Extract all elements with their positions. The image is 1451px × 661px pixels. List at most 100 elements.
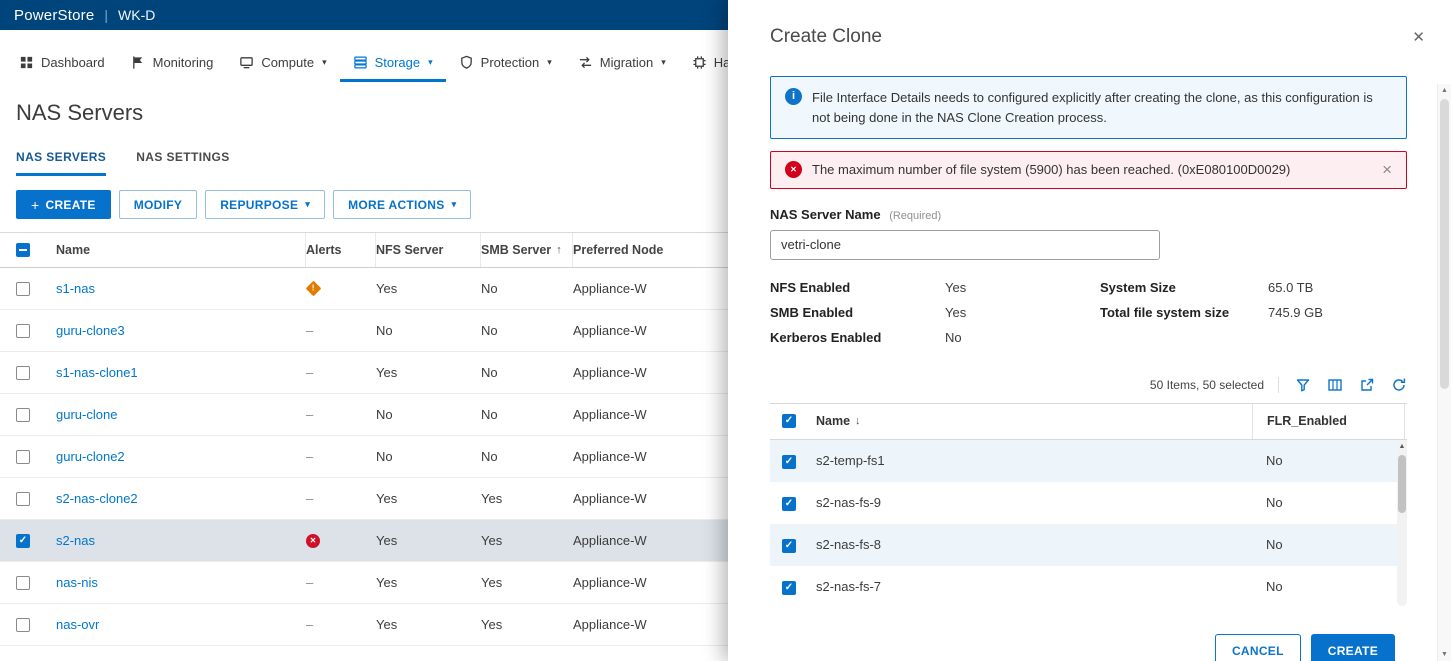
fs-column-header-flr-enabled[interactable]: FLR_Enabled [1252,403,1404,439]
file-systems-table: Name ↓ FLR_Enabled s2-temp-fs1 No s2-nas… [770,402,1407,608]
smb-server-value: No [481,407,498,422]
system-size-value: 65.0 TB [1268,279,1314,295]
no-alert-dash: – [306,617,314,632]
table-row[interactable]: nas-nis – Yes Yes Appliance-W [0,562,770,604]
fs-scrollbar-thumb[interactable] [1398,454,1406,513]
column-header-preferred-node[interactable]: Preferred Node [573,233,743,267]
modify-button[interactable]: MODIFY [118,190,198,219]
more-actions-button-label: MORE ACTIONS [348,197,445,212]
row-checkbox[interactable] [16,323,30,338]
fs-row-checkbox[interactable] [782,539,796,553]
close-icon[interactable]: ✕ [1412,30,1425,45]
column-header-nfs-server[interactable]: NFS Server [376,233,481,267]
fs-flr-value: No [1266,579,1283,594]
fs-row-checkbox[interactable] [782,497,796,511]
nas-server-link[interactable]: nas-ovr [56,617,99,632]
row-checkbox[interactable] [16,407,30,422]
nfs-enabled-value: Yes [945,279,967,295]
fs-column-header-name[interactable]: Name ↓ [816,404,1252,439]
nav-storage[interactable]: Storage ▾ [339,55,446,82]
nav-monitoring[interactable]: Monitoring [118,55,227,82]
table-row[interactable]: s1-nas-clone1 – Yes No Appliance-W [0,352,770,394]
fs-table-row[interactable]: s2-nas-fs-8 No [770,523,1407,566]
fs-table-row[interactable]: s2-temp-fs1 No [770,439,1407,482]
fs-name-header-label: Name [816,414,851,428]
select-all-checkbox[interactable] [16,243,30,257]
chevron-down-icon: ▾ [547,57,552,67]
row-checkbox[interactable] [16,575,30,590]
nfs-enabled-label: NFS Enabled [770,279,851,295]
nav-migration[interactable]: Migration ▾ [565,55,679,82]
column-header-smb-server[interactable]: SMB Server ↑ [481,233,573,267]
table-row-selected[interactable]: s2-nas ✕ Yes Yes Appliance-W [0,520,770,562]
create-button[interactable]: + CREATE [16,190,111,219]
table-row[interactable]: guru-clone3 – No No Appliance-W [0,310,770,352]
nas-server-link[interactable]: guru-clone3 [56,323,125,338]
nav-protection[interactable]: Protection ▾ [446,55,565,82]
nav-dashboard[interactable]: Dashboard [6,55,118,82]
nav-label: Compute [261,55,315,70]
preferred-node-value: Appliance-W [573,281,647,296]
select-all-filesystems-checkbox[interactable] [782,414,796,428]
chevron-down-icon: ▾ [305,199,311,209]
table-row[interactable]: s1-nas ! Yes No Appliance-W [0,268,770,310]
items-selected-summary: 50 Items, 50 selected [1149,377,1264,392]
repurpose-button[interactable]: REPURPOSE ▾ [205,190,326,219]
fs-table-scrollbar[interactable]: ▲ [1397,441,1407,606]
powerstore-logo: PowerStore [14,6,95,24]
filter-icon[interactable] [1295,377,1311,393]
scroll-down-icon[interactable]: ▼ [1438,651,1451,658]
fs-table-row[interactable]: s2-nas-fs-9 No [770,482,1407,524]
nas-server-link[interactable]: guru-clone [56,407,117,422]
refresh-icon[interactable] [1391,377,1407,393]
fs-row-checkbox[interactable] [782,581,796,595]
create-clone-button[interactable]: CREATE [1310,634,1395,661]
fs-name-value: s2-nas-fs-9 [816,495,882,510]
fs-row-checkbox[interactable] [782,455,796,469]
nas-server-link[interactable]: s2-nas-clone2 [56,491,138,506]
modal-scrollbar-thumb[interactable] [1440,99,1449,389]
column-header-name[interactable]: Name [56,233,306,267]
fs-empty-column [1404,403,1407,439]
nas-server-link[interactable]: guru-clone2 [56,449,125,464]
column-picker-icon[interactable] [1327,377,1343,393]
preferred-node-value: Appliance-W [573,407,647,422]
nas-server-link[interactable]: s1-nas [56,281,95,296]
table-row[interactable]: nas-ovr – Yes Yes Appliance-W [0,604,770,646]
modal-content: i File Interface Details needs to config… [728,48,1451,608]
row-checkbox[interactable] [16,449,30,464]
nav-compute[interactable]: Compute ▾ [226,55,339,82]
preferred-node-value: Appliance-W [573,449,647,464]
smb-server-value: Yes [481,575,503,590]
tab-nas-servers[interactable]: NAS SERVERS [16,150,107,176]
column-header-alerts[interactable]: Alerts [306,233,376,267]
scroll-up-icon[interactable]: ▲ [1438,87,1451,94]
fs-table-row[interactable]: s2-nas-fs-7 No [770,566,1407,608]
row-checkbox[interactable] [16,533,30,548]
total-fs-size-label: Total file system size [1100,304,1230,320]
table-row[interactable]: s2-nas-clone2 – Yes Yes Appliance-W [0,478,770,520]
row-checkbox[interactable] [16,491,30,506]
nas-server-name-input[interactable] [770,229,1160,260]
row-checkbox[interactable] [16,617,30,632]
row-checkbox[interactable] [16,365,30,380]
plus-icon: + [31,196,40,213]
modal-scrollbar[interactable]: ▲ ▼ [1437,84,1451,661]
storage-icon [353,56,367,69]
row-checkbox[interactable] [16,281,30,296]
nav-label: Dashboard [41,55,105,70]
table-row[interactable]: guru-clone – No No Appliance-W [0,394,770,436]
cancel-button[interactable]: CANCEL [1214,634,1301,661]
tab-nas-settings[interactable]: NAS SETTINGS [136,150,229,176]
more-actions-button[interactable]: MORE ACTIONS ▾ [333,190,472,219]
scroll-up-icon[interactable]: ▲ [1397,442,1407,452]
nas-server-link[interactable]: nas-nis [56,575,98,590]
hardware-icon [693,56,706,69]
error-banner-close-icon[interactable]: × [1372,161,1392,178]
fs-flr-value: No [1266,537,1283,552]
nas-server-link[interactable]: s2-nas [56,533,95,548]
export-icon[interactable] [1359,377,1375,393]
nas-server-link[interactable]: s1-nas-clone1 [56,365,138,380]
info-banner-text: File Interface Details needs to configur… [812,90,1373,125]
table-row[interactable]: guru-clone2 – No No Appliance-W [0,436,770,478]
